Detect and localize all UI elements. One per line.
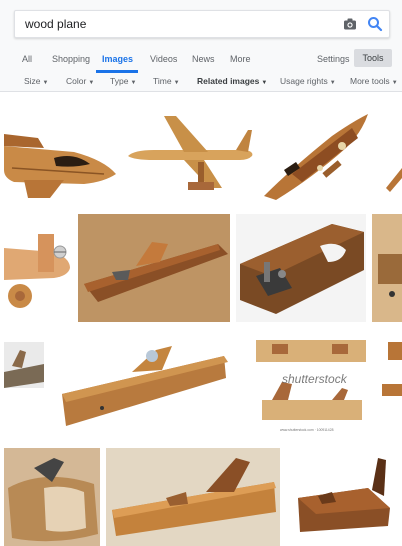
block-plane-image xyxy=(4,448,100,546)
filter-type-label: Type xyxy=(110,76,129,86)
toy-wooden-plane-image xyxy=(4,212,72,320)
image-result-fore-plane[interactable] xyxy=(106,448,280,546)
tab-shopping[interactable]: Shopping xyxy=(52,54,90,64)
wooden-sr71-model-image xyxy=(262,108,372,204)
image-result-router-plane[interactable] xyxy=(236,214,366,322)
filter-usage-label: Usage rights xyxy=(280,76,328,86)
wooden-plane-image xyxy=(376,332,402,440)
image-result-block-plane[interactable] xyxy=(4,448,100,546)
caret-down-icon: ▼ xyxy=(42,80,49,86)
filter-more-tools[interactable]: More tools ▼ xyxy=(350,76,398,86)
camera-icon[interactable] xyxy=(343,17,357,31)
image-results-grid: shutterstock www.shutterstock.com · 1009… xyxy=(0,92,402,546)
filter-color[interactable]: Color ▼ xyxy=(66,76,94,86)
filter-related-images[interactable]: Related images ▼ xyxy=(197,76,267,86)
active-tab-indicator xyxy=(96,70,138,73)
search-input[interactable]: wood plane xyxy=(25,17,86,31)
tab-all[interactable]: All xyxy=(22,54,32,64)
small-wood-plane-image xyxy=(4,342,44,388)
image-result-long-jointer[interactable] xyxy=(52,338,234,432)
search-box[interactable]: wood plane xyxy=(14,10,390,38)
long-jointer-plane-image xyxy=(52,338,234,432)
settings-link[interactable]: Settings xyxy=(317,54,350,64)
caret-down-icon: ▼ xyxy=(261,80,268,86)
tab-images[interactable]: Images xyxy=(102,54,133,64)
caret-down-icon: ▼ xyxy=(391,80,398,86)
wooden-airliner-model-image xyxy=(124,108,256,204)
image-result-jack-plane[interactable] xyxy=(78,214,230,322)
tab-more[interactable]: More xyxy=(230,54,251,64)
header: wood plane All Shopping Images Videos Ne… xyxy=(0,0,402,92)
image-result-partial-3[interactable] xyxy=(376,332,402,440)
wooden-plane-image xyxy=(372,214,402,322)
shutterstock-plane-image xyxy=(252,332,370,440)
tools-button[interactable]: Tools xyxy=(354,49,392,67)
watermark-label: shutterstock xyxy=(282,372,347,386)
caret-down-icon: ▼ xyxy=(173,80,180,86)
wooden-router-plane-image xyxy=(236,214,366,322)
search-icon[interactable] xyxy=(367,16,383,32)
image-result-wooden-airliner[interactable] xyxy=(124,108,256,204)
filter-size-label: Size xyxy=(24,76,41,86)
caret-down-icon: ▼ xyxy=(130,80,137,86)
filter-more-tools-label: More tools xyxy=(350,76,390,86)
caret-down-icon: ▼ xyxy=(329,80,336,86)
filter-usage-rights[interactable]: Usage rights ▼ xyxy=(280,76,336,86)
image-result-partial-2[interactable] xyxy=(372,214,402,322)
watermark-small-label: www.shutterstock.com · 100911428 xyxy=(280,428,334,432)
wooden-jet-model-image xyxy=(4,108,118,204)
caret-down-icon: ▼ xyxy=(88,80,95,86)
image-result-wooden-sr71[interactable] xyxy=(262,108,372,204)
filter-bar: Size ▼ Color ▼ Type ▼ Time ▼ Related images ▼… xyxy=(0,74,402,90)
fore-plane-image xyxy=(106,448,280,546)
search-tabs: All Shopping Images Videos News More Set… xyxy=(0,48,402,72)
image-result-wooden-jet[interactable] xyxy=(4,108,118,204)
tab-news[interactable]: News xyxy=(192,54,215,64)
smoothing-plane-image xyxy=(296,448,402,546)
filter-related-label: Related images xyxy=(197,76,260,86)
wooden-jack-plane-image xyxy=(78,214,230,322)
image-result-small-plane[interactable] xyxy=(4,342,44,388)
filter-time[interactable]: Time ▼ xyxy=(153,76,180,86)
image-result-toy-plane[interactable] xyxy=(4,212,72,320)
image-result-smoothing-plane[interactable] xyxy=(296,448,402,546)
image-result-partial-1[interactable] xyxy=(376,108,402,204)
filter-color-label: Color xyxy=(66,76,87,86)
filter-time-label: Time xyxy=(153,76,172,86)
filter-size[interactable]: Size ▼ xyxy=(24,76,49,86)
image-result-shutterstock-plane[interactable]: shutterstock www.shutterstock.com · 1009… xyxy=(252,332,370,440)
filter-type[interactable]: Type ▼ xyxy=(110,76,136,86)
wooden-model-image xyxy=(376,108,402,204)
tab-videos[interactable]: Videos xyxy=(150,54,177,64)
